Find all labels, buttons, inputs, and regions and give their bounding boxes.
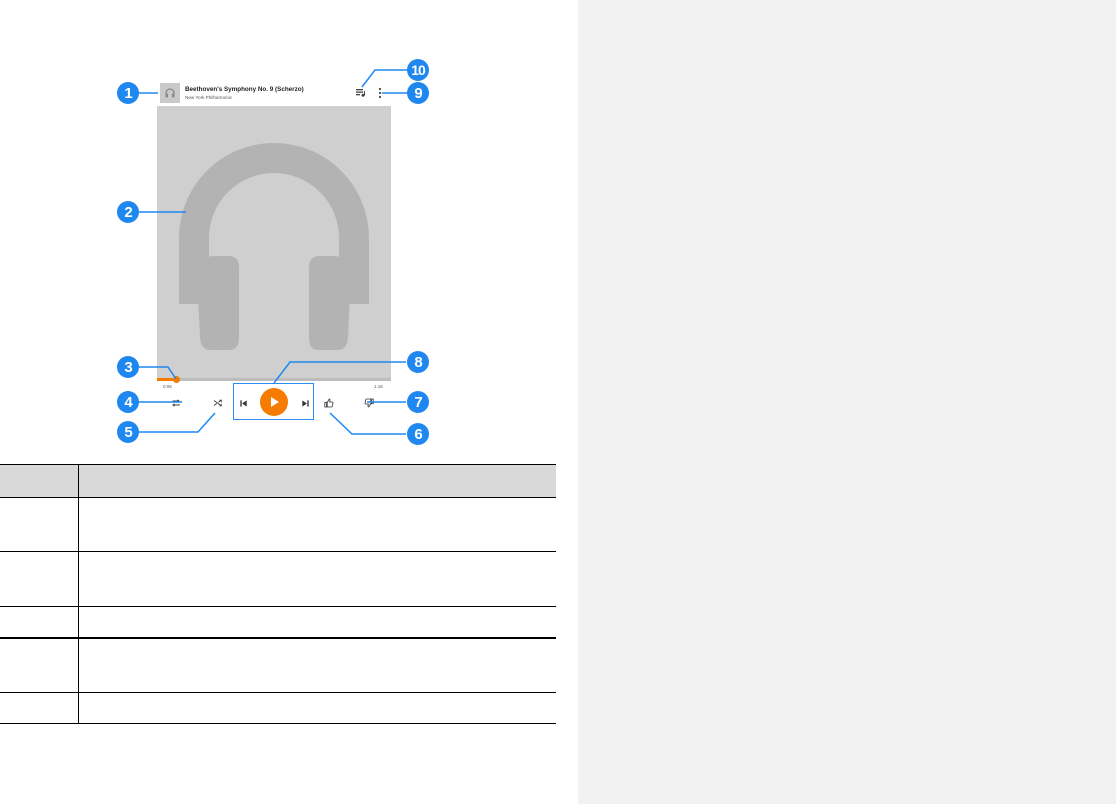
table-cell xyxy=(0,497,79,552)
table-cell xyxy=(78,497,556,552)
side-panel xyxy=(578,0,1116,804)
callout-badge-2: 2 xyxy=(117,201,139,223)
table-cell xyxy=(78,692,556,724)
callout-lines xyxy=(134,69,408,435)
table-row xyxy=(0,497,556,552)
table-cell xyxy=(0,551,79,607)
table-row xyxy=(0,692,556,724)
table-row xyxy=(0,551,556,607)
table-cell xyxy=(78,551,556,607)
callout-badge-3: 3 xyxy=(117,356,139,378)
callout-badge-5: 5 xyxy=(117,421,139,443)
table-header-cell xyxy=(78,464,556,498)
table-row xyxy=(0,637,556,693)
table-row xyxy=(0,606,556,639)
table-header-cell xyxy=(0,464,79,498)
callout-badge-9: 9 xyxy=(407,82,429,104)
table-cell xyxy=(0,606,79,639)
callout-badge-7: 7 xyxy=(407,391,429,413)
callout-badge-1: 1 xyxy=(117,82,139,104)
table-cell xyxy=(0,637,79,693)
table-cell xyxy=(78,606,556,639)
callout-badge-8: 8 xyxy=(407,351,429,373)
callout-badge-10: 10 xyxy=(407,59,429,81)
table-header-row xyxy=(0,464,556,498)
table-cell xyxy=(78,637,556,693)
callout-badge-4: 4 xyxy=(117,391,139,413)
callout-description-table xyxy=(0,464,556,724)
callout-badge-6: 6 xyxy=(407,423,429,445)
table-cell xyxy=(0,692,79,724)
